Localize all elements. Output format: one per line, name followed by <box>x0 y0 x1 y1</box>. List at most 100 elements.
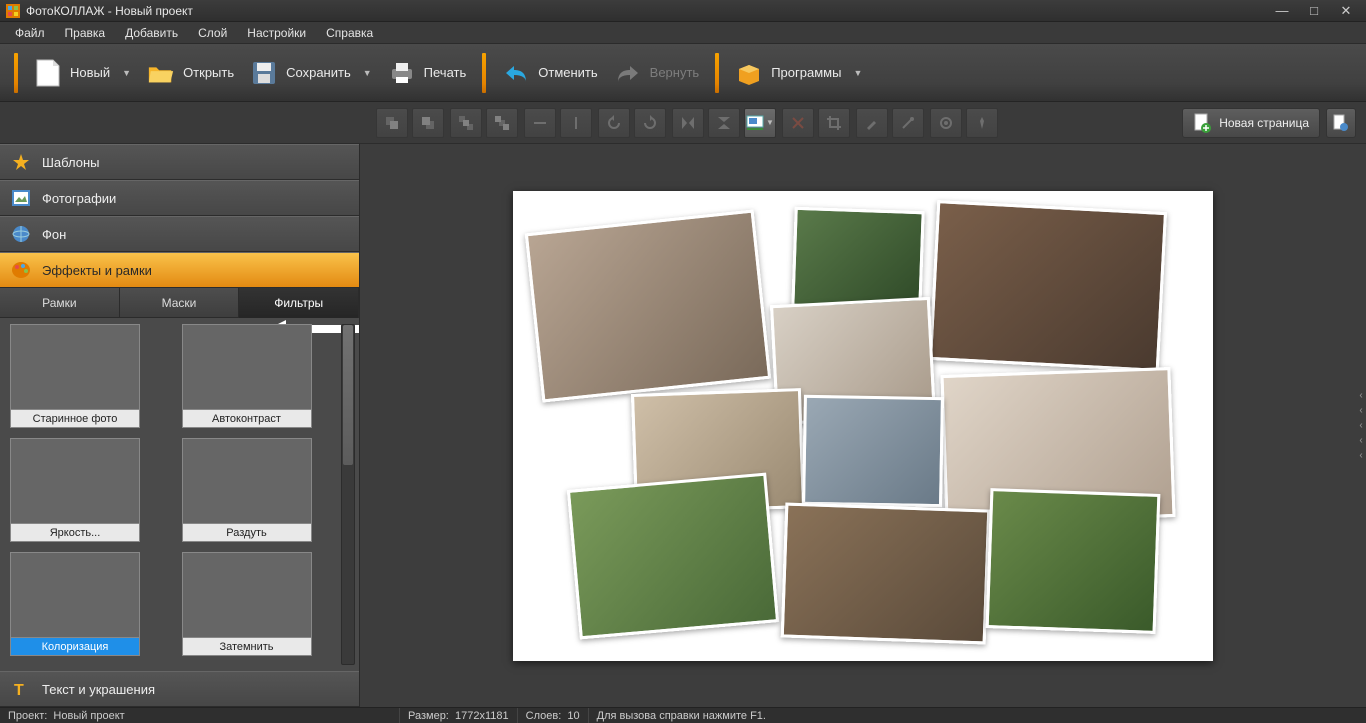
dropdown-icon: ▼ <box>853 68 862 78</box>
filter-label: Автоконтраст <box>182 410 312 428</box>
filter-item[interactable]: Яркость... <box>10 438 140 542</box>
folder-open-icon <box>147 59 175 87</box>
dropdown-icon: ▼ <box>363 68 372 78</box>
save-button[interactable]: Сохранить ▼ <box>242 53 380 93</box>
pin-button[interactable] <box>966 108 998 138</box>
flip-vertical-button[interactable] <box>708 108 740 138</box>
collage-photo[interactable] <box>567 472 779 639</box>
sidebar-item-photos[interactable]: Фотографии <box>0 180 359 216</box>
sidebar-item-label: Текст и украшения <box>42 682 155 697</box>
tab-masks[interactable]: Маски <box>120 288 240 317</box>
minimize-button[interactable]: — <box>1268 3 1296 19</box>
filter-item[interactable]: Затемнить <box>182 552 312 656</box>
collage-photo[interactable] <box>525 209 772 402</box>
canvas-toolbar: ▼ Новая страница <box>0 102 1366 144</box>
page-settings-button[interactable] <box>1326 108 1356 138</box>
crop-button[interactable] <box>818 108 850 138</box>
tab-filters[interactable]: Фильтры <box>239 288 359 317</box>
palette-icon <box>10 259 32 281</box>
programs-button[interactable]: Программы ▼ <box>727 53 870 93</box>
right-edge-handles[interactable]: ‹‹‹‹‹ <box>1356 144 1366 707</box>
effects-tabs: Рамки Маски Фильтры <box>0 288 359 318</box>
collage-page[interactable] <box>513 191 1213 661</box>
filter-item[interactable]: Автоконтраст <box>182 324 312 428</box>
new-label: Новый <box>70 65 110 80</box>
status-hint: Для вызова справки нажмите F1. <box>597 710 766 722</box>
close-button[interactable]: ✕ <box>1332 3 1360 19</box>
print-button[interactable]: Печать <box>380 53 475 93</box>
redo-label: Вернуть <box>650 65 700 80</box>
toolbar-separator <box>715 53 719 93</box>
collage-photo[interactable] <box>986 488 1161 634</box>
bring-to-front-button[interactable] <box>450 108 482 138</box>
bring-forward-button[interactable] <box>376 108 408 138</box>
status-size-value: 1772x1181 <box>455 710 509 722</box>
collage-photo[interactable] <box>791 206 924 310</box>
main-toolbar: Новый ▼ Открыть Сохранить ▼ Печать Отмен… <box>0 44 1366 102</box>
sidebar-item-background[interactable]: Фон <box>0 216 359 252</box>
page-gear-icon <box>1332 114 1350 132</box>
filter-item[interactable]: Старинное фото <box>10 324 140 428</box>
menu-edit[interactable]: Правка <box>56 24 115 42</box>
menu-add[interactable]: Добавить <box>116 24 187 42</box>
filters-panel: Старинное фото Автоконтраст Яркость... Разд… <box>0 318 359 671</box>
titlebar: ФотоКОЛЛАЖ - Новый проект — □ ✕ <box>0 0 1366 22</box>
filter-item[interactable]: Раздуть <box>182 438 312 542</box>
menu-layer[interactable]: Слой <box>189 24 236 42</box>
status-size-label: Размер: <box>408 710 449 722</box>
scrollbar-thumb[interactable] <box>343 325 353 465</box>
rotate-left-button[interactable] <box>598 108 630 138</box>
delete-button[interactable] <box>782 108 814 138</box>
fit-to-page-button[interactable]: ▼ <box>744 108 776 138</box>
align-button-1[interactable] <box>524 108 556 138</box>
sidebar-item-label: Фотографии <box>42 191 116 206</box>
align-button-2[interactable] <box>560 108 592 138</box>
settings-gear-button[interactable] <box>930 108 962 138</box>
status-bar: Проект: Новый проект Размер: 1772x1181 С… <box>0 707 1366 723</box>
undo-icon <box>502 59 530 87</box>
tab-frames[interactable]: Рамки <box>0 288 120 317</box>
collage-photo[interactable] <box>781 502 991 644</box>
status-project-name: Новый проект <box>53 710 124 722</box>
flip-horizontal-button[interactable] <box>672 108 704 138</box>
toolbar-separator <box>14 53 18 93</box>
sidebar-item-effects[interactable]: Эффекты и рамки <box>0 252 359 288</box>
send-backward-button[interactable] <box>412 108 444 138</box>
magic-wand-button[interactable] <box>892 108 924 138</box>
canvas-area[interactable]: ‹‹‹‹‹ <box>360 144 1366 707</box>
maximize-button[interactable]: □ <box>1300 3 1328 19</box>
print-icon <box>388 59 416 87</box>
menu-help[interactable]: Справка <box>317 24 382 42</box>
filter-label: Раздуть <box>182 524 312 542</box>
eyedropper-button[interactable] <box>856 108 888 138</box>
status-layers-value: 10 <box>567 710 579 722</box>
collage-photo[interactable] <box>929 200 1167 372</box>
sidebar-item-templates[interactable]: Шаблоны <box>0 144 359 180</box>
filter-label: Колоризация <box>10 638 140 656</box>
undo-label: Отменить <box>538 65 597 80</box>
sidebar-item-text-decor[interactable]: T Текст и украшения <box>0 671 359 707</box>
print-label: Печать <box>424 65 467 80</box>
save-icon <box>250 59 278 87</box>
open-label: Открыть <box>183 65 234 80</box>
filter-thumbnail <box>182 324 312 410</box>
filter-item[interactable]: Колоризация <box>10 552 140 656</box>
app-icon <box>6 4 20 18</box>
undo-button[interactable]: Отменить <box>494 53 605 93</box>
redo-icon <box>614 59 642 87</box>
open-button[interactable]: Открыть <box>139 53 242 93</box>
side-panel: Шаблоны Фотографии Фон Эффекты и рамки Р… <box>0 144 360 707</box>
menu-settings[interactable]: Настройки <box>238 24 315 42</box>
menu-file[interactable]: Файл <box>6 24 54 42</box>
sidebar-item-label: Фон <box>42 227 66 242</box>
redo-button[interactable]: Вернуть <box>606 53 708 93</box>
box-icon <box>735 59 763 87</box>
new-page-button[interactable]: Новая страница <box>1182 108 1320 138</box>
send-to-back-button[interactable] <box>486 108 518 138</box>
programs-label: Программы <box>771 65 841 80</box>
new-button[interactable]: Новый ▼ <box>26 53 139 93</box>
collage-photo[interactable] <box>802 394 944 506</box>
status-project-label: Проект: <box>8 710 47 722</box>
scrollbar[interactable] <box>341 324 355 665</box>
rotate-right-button[interactable] <box>634 108 666 138</box>
